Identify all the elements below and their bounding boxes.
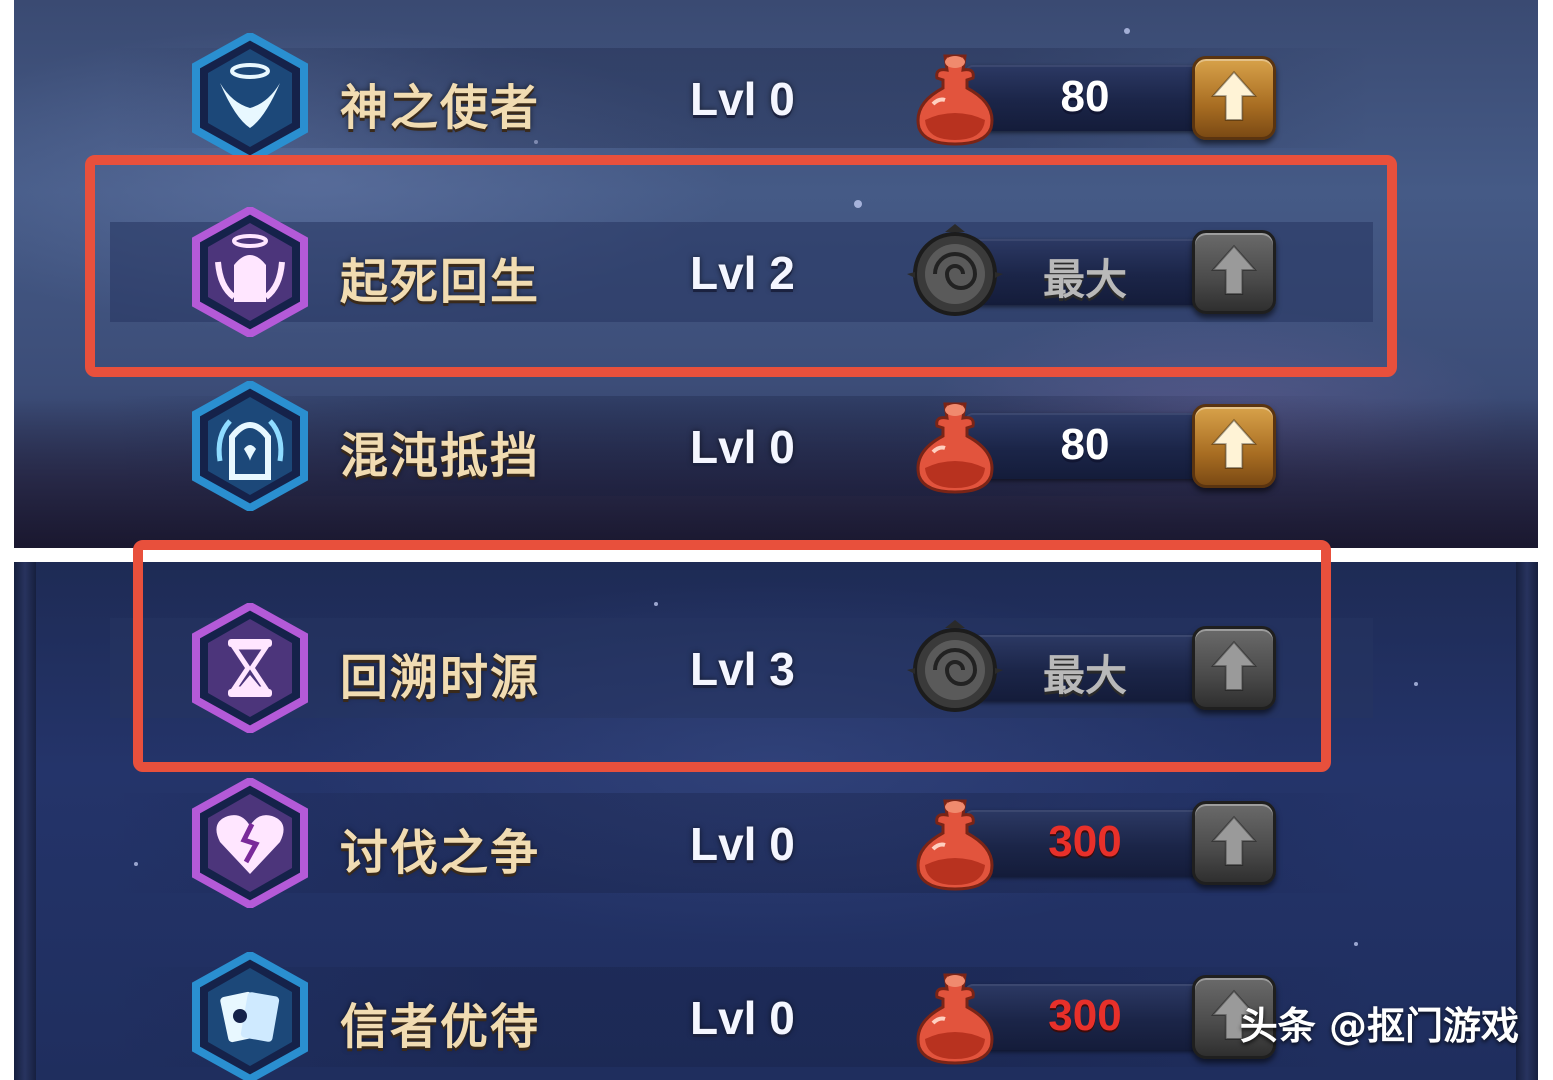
skill-level: Lvl 0 [690,992,795,1044]
chaos-shield-door-icon[interactable] [190,379,310,513]
skill-level: Lvl 0 [690,73,795,125]
cost-value: 300 [1048,991,1122,1040]
skill-level: Lvl 0 [690,818,795,870]
skill-row: 混沌抵挡 Lvl 0 80 [0,366,1553,526]
broken-heart-icon[interactable] [190,776,310,910]
skill-name: 信者优待 [340,999,541,1055]
highlight-box-revive [85,155,1397,377]
highlight-box-rewind [133,540,1331,772]
skill-name: 神之使者 [340,80,541,136]
skill-name: 混沌抵挡 [340,428,541,484]
watermark-text: 头条 @抠门游戏 [1239,1004,1519,1048]
up-arrow-icon [1210,70,1258,126]
upgrade-button[interactable] [1192,56,1276,140]
up-arrow-icon [1210,815,1258,871]
up-arrow-icon [1210,418,1258,474]
skill-row: 神之使者 Lvl 0 80 [0,18,1553,178]
cost-value: 300 [1048,817,1122,866]
skill-level: Lvl 0 [690,421,795,473]
cards-icon[interactable] [190,950,310,1080]
angel-wings-icon[interactable] [190,31,310,165]
cost-value: 80 [1060,420,1110,469]
upgrade-button[interactable] [1192,404,1276,488]
skill-row: 讨伐之争 Lvl 0 300 [0,763,1553,923]
upgrade-button[interactable] [1192,801,1276,885]
skill-name: 讨伐之争 [340,825,541,881]
cost-value: 80 [1060,72,1110,121]
